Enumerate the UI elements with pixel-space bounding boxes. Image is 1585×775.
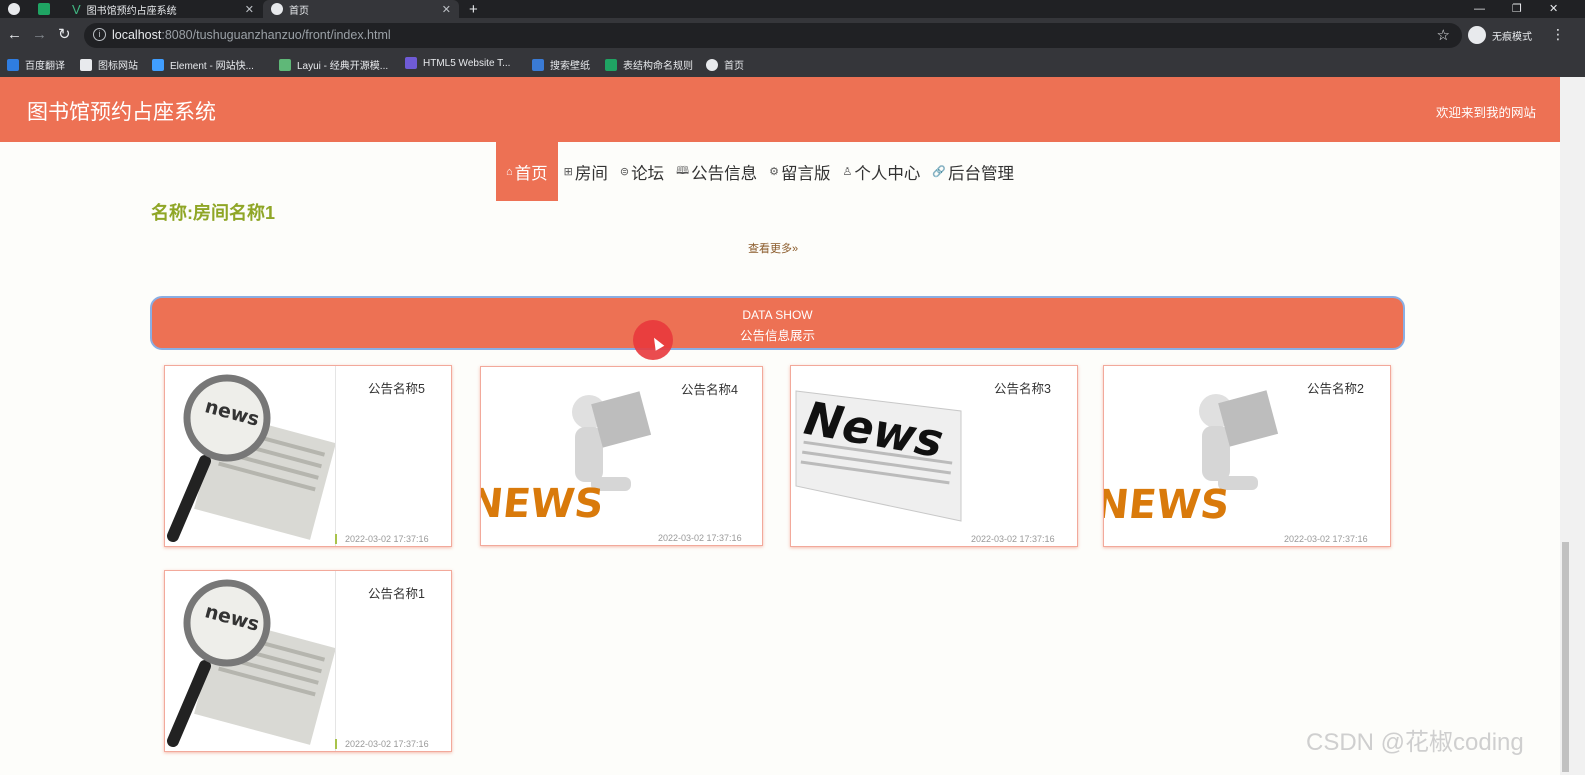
close-window-icon[interactable]: ✕ [1549, 0, 1558, 18]
pinned-tab-icon[interactable] [38, 0, 58, 18]
site-title: 图书馆预约占座系统 [27, 101, 216, 124]
bookmark-item[interactable]: 图标网站 [80, 57, 138, 72]
nav-item-admin[interactable]: 🔗 后台管理 [926, 142, 1020, 201]
card-divider [335, 571, 337, 751]
nav-item-forum[interactable]: ⊜ 论坛 [614, 142, 670, 201]
bookmark-item[interactable]: HTML5 Website T... [405, 57, 510, 69]
notice-date: 2022-03-02 17:37:16 [971, 534, 1055, 544]
browser-globe-icon[interactable] [8, 0, 26, 18]
notice-date: 2022-03-02 17:37:16 [345, 534, 429, 544]
newspaper-news-image: News [795, 390, 962, 522]
tab-home[interactable]: 首页 ✕ [263, 0, 459, 18]
back-icon[interactable]: ← [7, 26, 22, 44]
figure-news-image: NEWS [481, 391, 652, 527]
info-icon[interactable]: i [93, 28, 106, 41]
globe-icon [706, 58, 718, 71]
nav-item-notices[interactable]: 🕮 公告信息 [670, 142, 763, 201]
tab-title: 图书馆预约占座系统 [86, 5, 177, 17]
bookmark-item[interactable]: Layui - 经典开源模... [279, 57, 388, 72]
notice-card[interactable]: news 公告名称5 2022-03-02 17:37:16 [164, 365, 452, 547]
magnifier-news-image: news [167, 579, 335, 747]
notice-card[interactable]: NEWS 公告名称2 2022-03-02 17:37:16 [1103, 365, 1391, 547]
globe-icon [271, 3, 283, 15]
scrollbar-thumb[interactable] [1562, 542, 1569, 772]
restore-icon[interactable]: ❐ [1512, 0, 1522, 18]
url-text[interactable]: localhost:8080/tushuguanzhanzuo/front/in… [112, 28, 391, 42]
svg-text:NEWS: NEWS [1104, 482, 1232, 528]
notice-title[interactable]: 公告名称3 [994, 378, 1051, 397]
notice-card[interactable]: News 公告名称3 2022-03-02 17:37:16 [790, 365, 1078, 547]
nav-item-profile[interactable]: ♙ 个人中心 [836, 142, 926, 201]
bookmark-item[interactable]: 百度翻译 [7, 57, 65, 72]
browser-tab-strip: V 图书馆预约占座系统 ✕ 首页 ✕ + — ❐ ✕ [0, 0, 1585, 18]
bookmark-item[interactable]: 搜索壁纸 [532, 57, 590, 72]
data-show-banner: DATA SHOW 公告信息展示 [150, 296, 1405, 350]
notice-date: 2022-03-02 17:37:16 [345, 739, 429, 749]
nav-item-room[interactable]: ⊞ 房间 [558, 142, 614, 201]
tab-library-system[interactable]: V 图书馆预约占座系统 ✕ [66, 0, 262, 18]
vue-logo-icon: V [72, 1, 81, 17]
room-name[interactable]: 名称:房间名称1 [151, 199, 275, 225]
notice-title[interactable]: 公告名称2 [1307, 378, 1364, 397]
csdn-watermark: CSDN @花椒coding [1306, 729, 1524, 756]
gear-icon: ⚙ [769, 166, 779, 178]
notice-title[interactable]: 公告名称1 [368, 583, 425, 602]
bookmark-icon [405, 57, 417, 69]
bookmark-star-icon[interactable]: ☆ [1437, 26, 1450, 44]
welcome-text: 欢迎来到我的网站 [1435, 106, 1536, 120]
home-icon: ⌂ [506, 165, 513, 178]
bookmark-icon [80, 58, 92, 71]
close-icon[interactable]: ✕ [245, 3, 254, 16]
bookmark-item[interactable]: 首页 [706, 57, 744, 72]
bookmark-icon [605, 58, 617, 71]
incognito-label: 无痕模式 [1492, 31, 1532, 43]
figure-news-image: NEWS [1104, 390, 1279, 528]
card-divider [335, 366, 337, 546]
book-icon: 🕮 [676, 165, 690, 177]
reload-icon[interactable]: ↻ [58, 26, 71, 44]
magnifier-news-image: news [167, 374, 335, 542]
double-chevron-right-icon: » [792, 243, 799, 255]
tab-title: 首页 [289, 5, 309, 17]
nav-item-messages[interactable]: ⚙ 留言版 [763, 142, 836, 201]
new-tab-icon[interactable]: + [469, 0, 478, 18]
bookmark-icon [532, 58, 544, 71]
site-header: 图书馆预约占座系统 欢迎来到我的网站 [0, 77, 1560, 142]
notice-title[interactable]: 公告名称4 [681, 379, 738, 398]
bookmarks-bar: 百度翻译 图标网站 Element - 网站快... Layui - 经典开源模… [0, 52, 1585, 77]
browser-toolbar: ← → ↻ i localhost:8080/tushuguanzhanzuo/… [0, 18, 1585, 52]
incognito-icon [1468, 26, 1486, 44]
notice-date: 2022-03-02 17:37:16 [658, 533, 742, 543]
forum-icon: ⊜ [619, 166, 630, 178]
forward-icon[interactable]: → [32, 26, 47, 44]
close-icon[interactable]: ✕ [442, 3, 451, 16]
bookmark-item[interactable]: 表结构命名规则 [605, 57, 693, 72]
incognito-indicator[interactable]: 无痕模式 [1468, 26, 1532, 44]
notice-date: 2022-03-02 17:37:16 [1284, 534, 1368, 544]
banner-en-title: DATA SHOW [742, 308, 813, 322]
nav-item-home[interactable]: ⌂ 首页 [496, 142, 558, 201]
browser-menu-icon[interactable]: ⋮ [1551, 26, 1565, 43]
notice-card[interactable]: news 公告名称1 2022-03-02 17:37:16 [164, 570, 452, 752]
notice-title[interactable]: 公告名称5 [368, 378, 425, 397]
page-scrollbar[interactable] [1560, 77, 1585, 775]
notice-card[interactable]: NEWS 公告名称4 2022-03-02 17:37:16 [480, 366, 763, 546]
svg-text:NEWS: NEWS [481, 481, 606, 527]
minimize-icon[interactable]: — [1474, 0, 1485, 18]
view-more-link[interactable]: 查看更多» [748, 240, 798, 256]
room-icon: ⊞ [563, 166, 573, 178]
user-icon: ♙ [842, 166, 853, 178]
banner-cn-title: 公告信息展示 [739, 329, 815, 343]
link-icon: 🔗 [932, 166, 947, 178]
address-input[interactable]: i localhost:8080/tushuguanzhanzuo/front/… [84, 23, 1462, 48]
bookmark-icon [279, 58, 291, 71]
web-page: 图书馆预约占座系统 欢迎来到我的网站 ⌂ 首页 ⊞ 房间 ⊜ 论坛 🕮 公告信息 ⚙ 留言… [0, 77, 1560, 775]
bookmark-icon [7, 58, 19, 71]
main-nav: ⌂ 首页 ⊞ 房间 ⊜ 论坛 🕮 公告信息 ⚙ 留言版 ♙ 个人中心 🔗 后台管理 [496, 142, 1020, 201]
bookmark-icon [152, 58, 164, 71]
bookmark-item[interactable]: Element - 网站快... [152, 57, 254, 72]
